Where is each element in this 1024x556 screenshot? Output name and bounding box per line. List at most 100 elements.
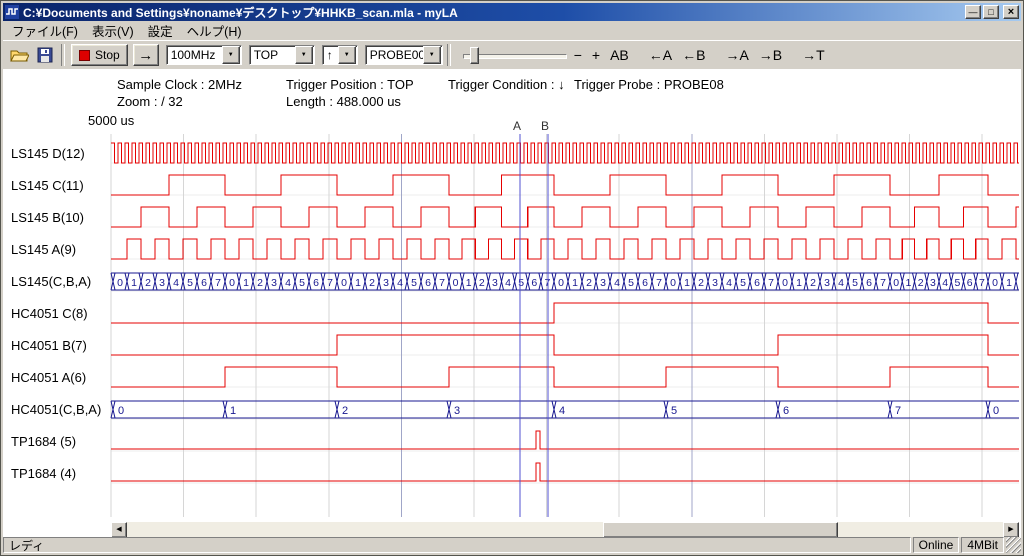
menu-settings[interactable]: 設定 xyxy=(141,19,180,42)
bus-transition xyxy=(111,273,115,290)
chevron-down-icon[interactable]: ▼ xyxy=(338,46,356,64)
minimize-button[interactable]: — xyxy=(965,5,981,19)
bus-transition xyxy=(900,273,904,290)
scrollbar-thumb[interactable] xyxy=(603,522,838,537)
bus-transition xyxy=(846,273,850,290)
bus-value: 4 xyxy=(614,277,620,289)
bus-transition xyxy=(181,273,185,290)
open-button[interactable] xyxy=(7,43,32,67)
bus-value: 2 xyxy=(586,277,592,289)
bus-value: 5 xyxy=(299,277,305,289)
scroll-left-button[interactable]: ◀ xyxy=(111,522,127,537)
save-icon xyxy=(37,47,53,63)
bus-transition xyxy=(321,273,325,290)
bus-value: 5 xyxy=(411,277,417,289)
toolbar: Stop → 100MHz ▼ TOP ▼ ↑ ▼ PROBE00 ▼ − + … xyxy=(3,40,1021,69)
bus-transition xyxy=(790,273,794,290)
bus-transition xyxy=(552,273,556,290)
bus-value: 6 xyxy=(783,405,789,417)
bus-value: 4 xyxy=(942,277,948,289)
bus-value: 7 xyxy=(768,277,774,289)
menu-file[interactable]: ファイル(F) xyxy=(5,19,85,42)
channel-label-ls145-c-11: LS145 C(11) xyxy=(11,178,84,193)
bus-value: 1 xyxy=(243,277,249,289)
chevron-down-icon[interactable]: ▼ xyxy=(423,46,441,64)
bus-transition xyxy=(776,401,780,418)
scroll-right-button[interactable]: ▶ xyxy=(1003,522,1019,537)
trigger-edge-value: ↑ xyxy=(323,48,338,62)
bus-value: 1 xyxy=(905,277,911,289)
bus-transition xyxy=(913,273,917,290)
bus-transition xyxy=(363,273,367,290)
chevron-down-icon[interactable]: ▼ xyxy=(295,46,313,64)
bus-transition xyxy=(223,273,227,290)
seek-right-b-button[interactable]: →B xyxy=(754,45,787,65)
bus-value: 3 xyxy=(271,277,277,289)
bus-transition xyxy=(678,273,682,290)
cursor-label-b: B xyxy=(541,119,549,133)
bus-value: 2 xyxy=(145,277,151,289)
bus-transition xyxy=(335,273,339,290)
maximize-button[interactable]: □ xyxy=(983,5,999,19)
chevron-down-icon[interactable]: ▼ xyxy=(222,46,240,64)
run-button[interactable]: → xyxy=(133,44,159,66)
cursor-ab-button[interactable]: AB xyxy=(605,45,634,65)
trigger-edge-combo[interactable]: ↑ ▼ xyxy=(322,45,358,65)
bus-transition xyxy=(692,273,696,290)
bus-transition xyxy=(111,401,115,418)
menu-view[interactable]: 表示(V) xyxy=(85,19,141,42)
status-online: Online xyxy=(913,537,960,553)
bus-transition xyxy=(195,273,199,290)
close-button[interactable]: × xyxy=(1003,5,1019,19)
bus-value: 1 xyxy=(230,405,236,417)
bus-value: 0 xyxy=(782,277,788,289)
bus-value: 4 xyxy=(559,405,565,417)
seek-left-a-button[interactable]: ←A xyxy=(644,45,677,65)
zoom-out-button[interactable]: − xyxy=(569,45,587,65)
resize-grip[interactable] xyxy=(1006,537,1021,553)
zoom-slider-thumb[interactable] xyxy=(470,47,479,64)
trace-ls145-c-11 xyxy=(111,175,1019,195)
bus-transition xyxy=(608,273,612,290)
bus-transition xyxy=(650,273,654,290)
bus-transition xyxy=(664,401,668,418)
bus-value: 7 xyxy=(327,277,333,289)
bus-transition xyxy=(153,273,157,290)
seek-trigger-button[interactable]: →T xyxy=(797,45,830,65)
bus-transition xyxy=(860,273,864,290)
bus-value: 4 xyxy=(397,277,403,289)
trigger-probe-combo[interactable]: PROBE00 ▼ xyxy=(365,45,443,65)
sample-rate-combo[interactable]: 100MHz ▼ xyxy=(166,45,242,65)
waveform-plot[interactable]: 0123456701234567012345670123456701234567… xyxy=(3,69,1021,537)
bus-value: 1 xyxy=(796,277,802,289)
bus-value: 0 xyxy=(118,405,124,417)
seek-left-b-button[interactable]: ←B xyxy=(677,45,710,65)
bus-transition xyxy=(874,273,878,290)
bus-value: 0 xyxy=(341,277,347,289)
menu-help[interactable]: ヘルプ(H) xyxy=(180,19,249,42)
bus-transition xyxy=(986,273,990,290)
seek-right-a-button[interactable]: →A xyxy=(720,45,753,65)
horizontal-scrollbar[interactable]: ◀ ▶ xyxy=(111,522,1019,537)
bus-value: 1 xyxy=(466,277,472,289)
bus-transition xyxy=(307,273,311,290)
bus-value: 0 xyxy=(893,277,899,289)
stop-button[interactable]: Stop xyxy=(71,44,128,66)
bus-value: 3 xyxy=(492,277,498,289)
trigger-position-combo[interactable]: TOP ▼ xyxy=(249,45,315,65)
bus-value: 7 xyxy=(895,405,901,417)
zoom-slider[interactable] xyxy=(461,44,569,66)
trace-ls145-d-12 xyxy=(111,143,1019,163)
bus-value: 6 xyxy=(313,277,319,289)
app-window: C:¥Documents and Settings¥noname¥デスクトップ¥… xyxy=(0,0,1024,556)
bus-transition xyxy=(419,273,423,290)
save-button[interactable] xyxy=(32,43,57,67)
bus-transition xyxy=(594,273,598,290)
bus-transition xyxy=(566,273,570,290)
stop-label: Stop xyxy=(95,48,120,62)
bus-value: 7 xyxy=(656,277,662,289)
zoom-in-button[interactable]: + xyxy=(587,45,605,65)
run-arrow-icon: → xyxy=(138,47,153,64)
window-title: C:¥Documents and Settings¥noname¥デスクトップ¥… xyxy=(23,4,965,21)
bus-value: 3 xyxy=(712,277,718,289)
